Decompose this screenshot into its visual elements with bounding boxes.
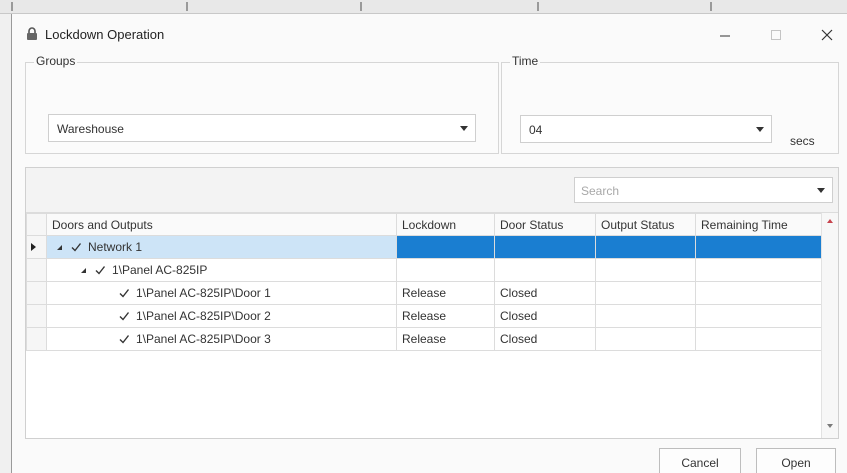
row-name: Network 1 xyxy=(88,240,143,254)
time-selected-value: 04 xyxy=(529,123,543,137)
checkmark-icon[interactable] xyxy=(70,241,82,253)
remaining-time-cell xyxy=(695,258,822,282)
row-header[interactable] xyxy=(26,327,47,351)
row-name: 1\Panel AC-825IP xyxy=(112,263,208,277)
groups-selected-value: Wareshouse xyxy=(57,122,124,136)
window-title: Lockdown Operation xyxy=(45,27,165,42)
maximize-icon xyxy=(771,30,781,40)
title-bar: Lockdown Operation xyxy=(12,14,847,54)
door-status-cell: Closed xyxy=(494,304,596,328)
output-status-cell xyxy=(595,235,696,259)
cancel-button[interactable]: Cancel xyxy=(659,448,741,473)
checkmark-icon[interactable] xyxy=(118,310,130,322)
row-name: 1\Panel AC-825IP\Door 2 xyxy=(136,309,271,323)
time-legend: Time xyxy=(510,54,541,68)
door-status-cell: Closed xyxy=(494,327,596,351)
column-header[interactable]: Lockdown xyxy=(396,213,495,236)
lockdown-cell: Release xyxy=(396,304,495,328)
doors-outputs-panel: Search Doors and Outputs Lockdown Door S… xyxy=(25,167,839,439)
time-unit-label: secs xyxy=(790,134,815,148)
row-header-corner xyxy=(26,213,47,236)
current-row-icon xyxy=(31,243,36,251)
lockdown-cell xyxy=(396,235,495,259)
tree-cell[interactable]: 1\Panel AC-825IP xyxy=(46,258,397,282)
tree-cell[interactable]: 1\Panel AC-825IP\Door 1 xyxy=(46,281,397,305)
remaining-time-cell xyxy=(695,281,822,305)
close-icon xyxy=(821,29,833,41)
expanded-triangle-icon[interactable] xyxy=(54,242,64,252)
chevron-down-icon xyxy=(756,127,764,132)
maximize-button[interactable] xyxy=(759,22,793,48)
minimize-button[interactable] xyxy=(708,22,742,48)
groups-legend: Groups xyxy=(34,54,78,68)
grid-toolbar: Search xyxy=(26,168,838,213)
checkmark-icon[interactable] xyxy=(118,287,130,299)
checkmark-icon[interactable] xyxy=(94,264,106,276)
table-row[interactable]: 1\Panel AC-825IP\Door 3 Release Closed xyxy=(26,327,822,351)
lock-icon xyxy=(27,27,37,40)
background-window-strip xyxy=(0,0,847,14)
row-header[interactable] xyxy=(26,258,47,282)
open-button[interactable]: Open xyxy=(756,448,836,473)
tree-cell[interactable]: Network 1 xyxy=(46,235,397,259)
vertical-scrollbar[interactable] xyxy=(821,213,838,438)
output-status-cell xyxy=(595,281,696,305)
table-header-row: Doors and Outputs Lockdown Door Status O… xyxy=(26,213,822,236)
scroll-up-icon[interactable] xyxy=(827,219,833,223)
scroll-down-icon[interactable] xyxy=(827,424,833,428)
expanded-triangle-icon[interactable] xyxy=(78,265,88,275)
lockdown-cell: Release xyxy=(396,327,495,351)
row-header[interactable] xyxy=(26,281,47,305)
chevron-down-icon xyxy=(817,188,825,193)
doors-outputs-table: Doors and Outputs Lockdown Door Status O… xyxy=(26,213,822,351)
checkmark-icon[interactable] xyxy=(118,333,130,345)
column-divider xyxy=(537,2,539,11)
output-status-cell xyxy=(595,258,696,282)
time-dropdown[interactable]: 04 xyxy=(520,115,772,143)
remaining-time-cell xyxy=(695,304,822,328)
groups-dropdown[interactable]: Wareshouse xyxy=(48,114,476,142)
column-divider xyxy=(11,2,13,11)
lockdown-cell: Release xyxy=(396,281,495,305)
tree-cell[interactable]: 1\Panel AC-825IP\Door 3 xyxy=(46,327,397,351)
column-header[interactable]: Remaining Time xyxy=(695,213,822,236)
search-placeholder: Search xyxy=(581,184,620,198)
tree-cell[interactable]: 1\Panel AC-825IP\Door 2 xyxy=(46,304,397,328)
column-divider xyxy=(186,2,188,11)
column-header[interactable]: Output Status xyxy=(595,213,696,236)
door-status-cell xyxy=(494,235,596,259)
chevron-down-icon xyxy=(460,126,468,131)
column-divider xyxy=(360,2,362,11)
column-divider xyxy=(710,2,712,11)
door-status-cell xyxy=(494,258,596,282)
row-name: 1\Panel AC-825IP\Door 3 xyxy=(136,332,271,346)
close-button[interactable] xyxy=(810,22,844,48)
output-status-cell xyxy=(595,327,696,351)
search-combo[interactable]: Search xyxy=(574,177,833,203)
row-header[interactable] xyxy=(26,235,47,259)
table-row[interactable]: 1\Panel AC-825IP\Door 1 Release Closed xyxy=(26,281,822,305)
output-status-cell xyxy=(595,304,696,328)
remaining-time-cell xyxy=(695,327,822,351)
remaining-time-cell xyxy=(695,235,822,259)
table-row[interactable]: 1\Panel AC-825IP\Door 2 Release Closed xyxy=(26,304,822,328)
lockdown-dialog: Lockdown Operation Groups Wareshouse Tim… xyxy=(11,14,847,473)
row-header[interactable] xyxy=(26,304,47,328)
column-header[interactable]: Doors and Outputs xyxy=(46,213,397,236)
row-name: 1\Panel AC-825IP\Door 1 xyxy=(136,286,271,300)
table-row[interactable]: 1\Panel AC-825IP xyxy=(26,258,822,282)
minimize-icon xyxy=(720,35,730,37)
column-header[interactable]: Door Status xyxy=(494,213,596,236)
table-row[interactable]: Network 1 xyxy=(26,235,822,259)
lockdown-cell xyxy=(396,258,495,282)
door-status-cell: Closed xyxy=(494,281,596,305)
